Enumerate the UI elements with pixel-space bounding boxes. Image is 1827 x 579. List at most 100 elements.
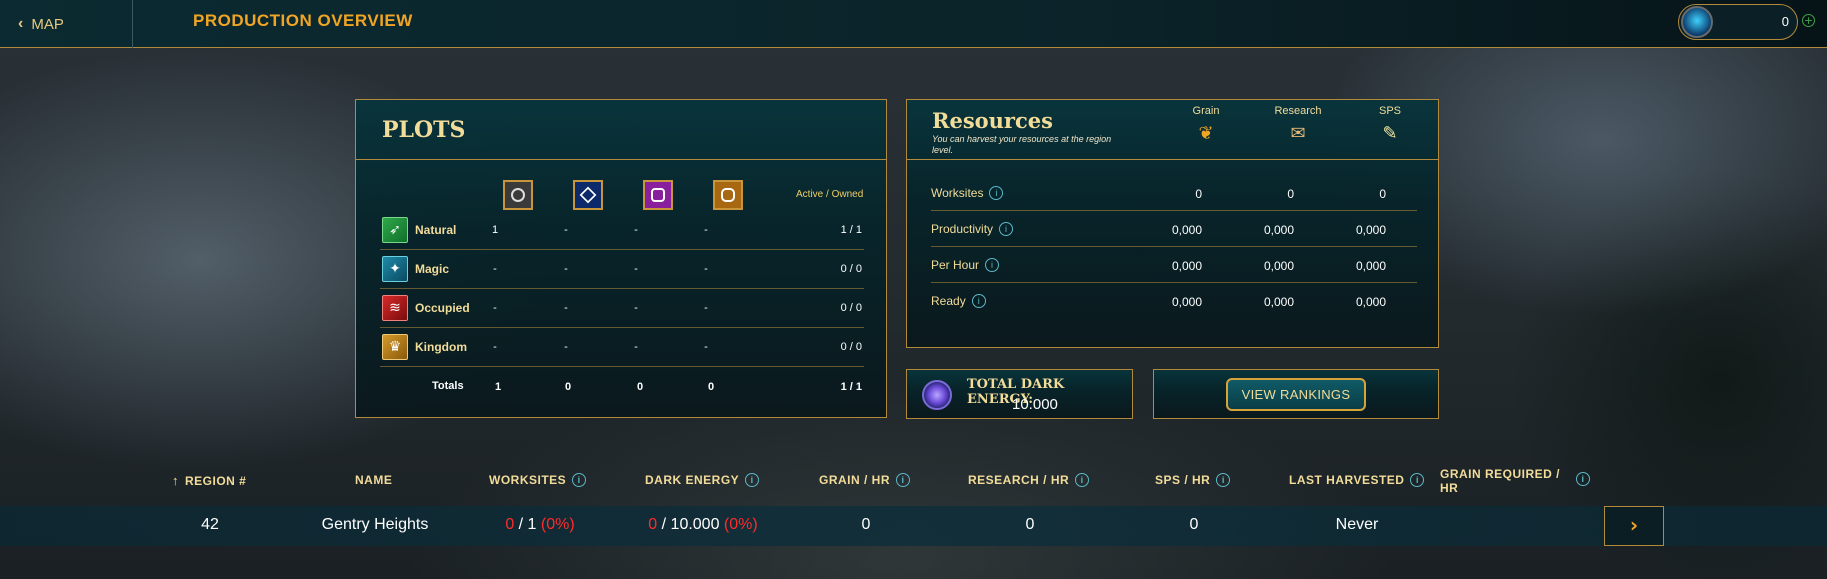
- view-rankings-button[interactable]: VIEW RANKINGS: [1226, 378, 1366, 411]
- energy-active: 0: [648, 516, 658, 533]
- plot-type-gray-icon: [503, 180, 533, 210]
- column-header-sps-hr[interactable]: SPS / HR i: [1155, 473, 1231, 487]
- column-header-label: REGION #: [185, 473, 247, 488]
- info-icon[interactable]: i: [572, 473, 587, 487]
- wallet-balance: 0: [1678, 4, 1798, 40]
- worksites-percent: (0%): [540, 516, 575, 533]
- resource-value: 0,000: [1263, 223, 1294, 237]
- plot-cell: -: [634, 224, 638, 236]
- column-header-label: NAME: [355, 473, 393, 487]
- dark-energy-cell: 0 / 10.000 (0%): [628, 516, 778, 534]
- table-row[interactable]: 42 Gentry Heights 0 / 1 (0%) 0 / 10.000 …: [0, 506, 1827, 546]
- resource-column-label: Research: [1274, 105, 1322, 117]
- resource-column-sps: SPS ✎: [1360, 105, 1420, 146]
- info-icon[interactable]: i: [1576, 472, 1590, 486]
- resource-value: 0,000: [1171, 223, 1202, 237]
- info-icon[interactable]: i: [989, 186, 1004, 200]
- column-header-name[interactable]: NAME: [355, 473, 392, 487]
- info-icon[interactable]: i: [985, 258, 1000, 272]
- plot-totals-row: Totals 1 0 0 0 1 / 1: [380, 368, 864, 407]
- plot-cell: -: [564, 341, 568, 353]
- sps-hr-value: 0: [1189, 516, 1199, 533]
- resource-value: 0,000: [1355, 223, 1386, 237]
- crystal-gem-icon: [1681, 6, 1713, 38]
- resource-row-productivity: Productivity i 0,000 0,000 0,000: [931, 211, 1417, 247]
- plot-row-occupied: ≋ Occupied - - - - 0 / 0: [380, 289, 864, 328]
- energy-percent: (0%): [723, 516, 758, 533]
- info-icon[interactable]: i: [1410, 473, 1425, 487]
- plot-cell: -: [704, 302, 708, 314]
- resource-value: 0: [1379, 187, 1386, 201]
- resource-column-grain: Grain ❦: [1176, 105, 1236, 146]
- column-header-region[interactable]: ↑ REGION #: [172, 473, 246, 488]
- last-harvested-value: Never: [1335, 516, 1379, 533]
- total-cell: 0: [707, 381, 715, 393]
- resource-row-ready: Ready i 0,000 0,000 0,000: [931, 283, 1417, 319]
- active-owned-value: 0 / 0: [840, 302, 862, 314]
- resources-header: Resources You can harvest your resources…: [907, 100, 1438, 160]
- column-header-grain-hr[interactable]: GRAIN / HR i: [819, 473, 910, 487]
- total-active-owned: 1 / 1: [840, 381, 862, 393]
- resource-value: 0,000: [1355, 295, 1386, 309]
- back-label: MAP: [31, 15, 64, 33]
- worksites-active: 0: [505, 516, 515, 533]
- plot-cell: -: [493, 302, 497, 314]
- info-icon[interactable]: i: [1216, 473, 1231, 487]
- resource-value: 0,000: [1263, 295, 1294, 309]
- resource-column-label: Grain: [1192, 105, 1220, 117]
- column-header-last-harvested[interactable]: LAST HARVESTED i: [1289, 473, 1425, 487]
- sort-arrow-icon: ↑: [172, 473, 179, 488]
- quill-icon: ✎: [1382, 123, 1398, 144]
- region-number: 42: [201, 516, 219, 533]
- resource-row-label-wrap: Ready i: [931, 294, 986, 308]
- plot-row-label: Occupied: [415, 301, 470, 315]
- resource-row-per-hour: Per Hour i 0,000 0,000 0,000: [931, 247, 1417, 283]
- plus-icon[interactable]: +: [1802, 14, 1815, 27]
- resource-row-label: Worksites: [931, 186, 984, 200]
- resource-row-label-wrap: Worksites i: [931, 186, 1004, 200]
- plot-cell: -: [564, 224, 568, 236]
- plot-cell: -: [564, 263, 568, 275]
- info-icon[interactable]: i: [999, 222, 1014, 236]
- column-header-label: GRAIN / HR: [819, 473, 890, 487]
- page-title: PRODUCTION OVERVIEW: [193, 11, 413, 30]
- info-icon[interactable]: i: [971, 294, 986, 308]
- crown-icon: ♛: [382, 334, 408, 360]
- plot-cell: -: [493, 341, 497, 353]
- region-name: Gentry Heights: [321, 516, 429, 533]
- column-header-label: GRAIN REQUIRED / HR: [1440, 467, 1561, 495]
- wheat-icon: ❦: [1198, 123, 1214, 144]
- open-region-button[interactable]: ›: [1604, 506, 1664, 546]
- resource-value: 0,000: [1263, 259, 1294, 273]
- rankings-panel: VIEW RANKINGS: [1153, 369, 1439, 419]
- resource-row-label-wrap: Per Hour i: [931, 258, 1000, 272]
- total-cell: 1: [494, 381, 502, 393]
- sparkle-icon: ✦: [382, 256, 408, 282]
- plot-cell: -: [704, 341, 708, 353]
- info-icon[interactable]: i: [896, 473, 910, 487]
- back-to-map-button[interactable]: ‹ MAP: [0, 0, 133, 48]
- total-cell: 0: [564, 381, 572, 393]
- plots-header: PLOTS: [356, 100, 886, 160]
- plot-type-purple-icon: [643, 180, 673, 210]
- plot-type-gold-icon: [713, 180, 743, 210]
- plot-row-label: Natural: [415, 223, 457, 237]
- info-icon[interactable]: i: [1075, 473, 1090, 487]
- column-header-worksites[interactable]: WORKSITES i: [489, 473, 587, 487]
- column-header-research-hr[interactable]: RESEARCH / HR i: [968, 473, 1090, 487]
- resource-value: 0,000: [1171, 295, 1202, 309]
- column-header-grain-required[interactable]: GRAIN REQUIRED / HR i: [1440, 467, 1590, 495]
- plot-cell: -: [493, 263, 497, 275]
- info-icon[interactable]: i: [745, 473, 760, 487]
- top-bar: ‹ MAP PRODUCTION OVERVIEW 0 +: [0, 0, 1827, 48]
- resource-row-label: Ready: [931, 294, 966, 308]
- plot-cell: -: [634, 302, 638, 314]
- column-header-dark-energy[interactable]: DARK ENERGY i: [645, 473, 760, 487]
- scroll-icon: ✉: [1290, 123, 1306, 144]
- column-header-label: LAST HARVESTED: [1289, 473, 1405, 487]
- resources-title: Resources: [932, 108, 1053, 133]
- plot-row-magic: ✦ Magic - - - - 0 / 0: [380, 250, 864, 289]
- plot-cell: -: [564, 302, 568, 314]
- plots-title: PLOTS: [382, 116, 466, 143]
- plot-row-label: Kingdom: [415, 340, 467, 354]
